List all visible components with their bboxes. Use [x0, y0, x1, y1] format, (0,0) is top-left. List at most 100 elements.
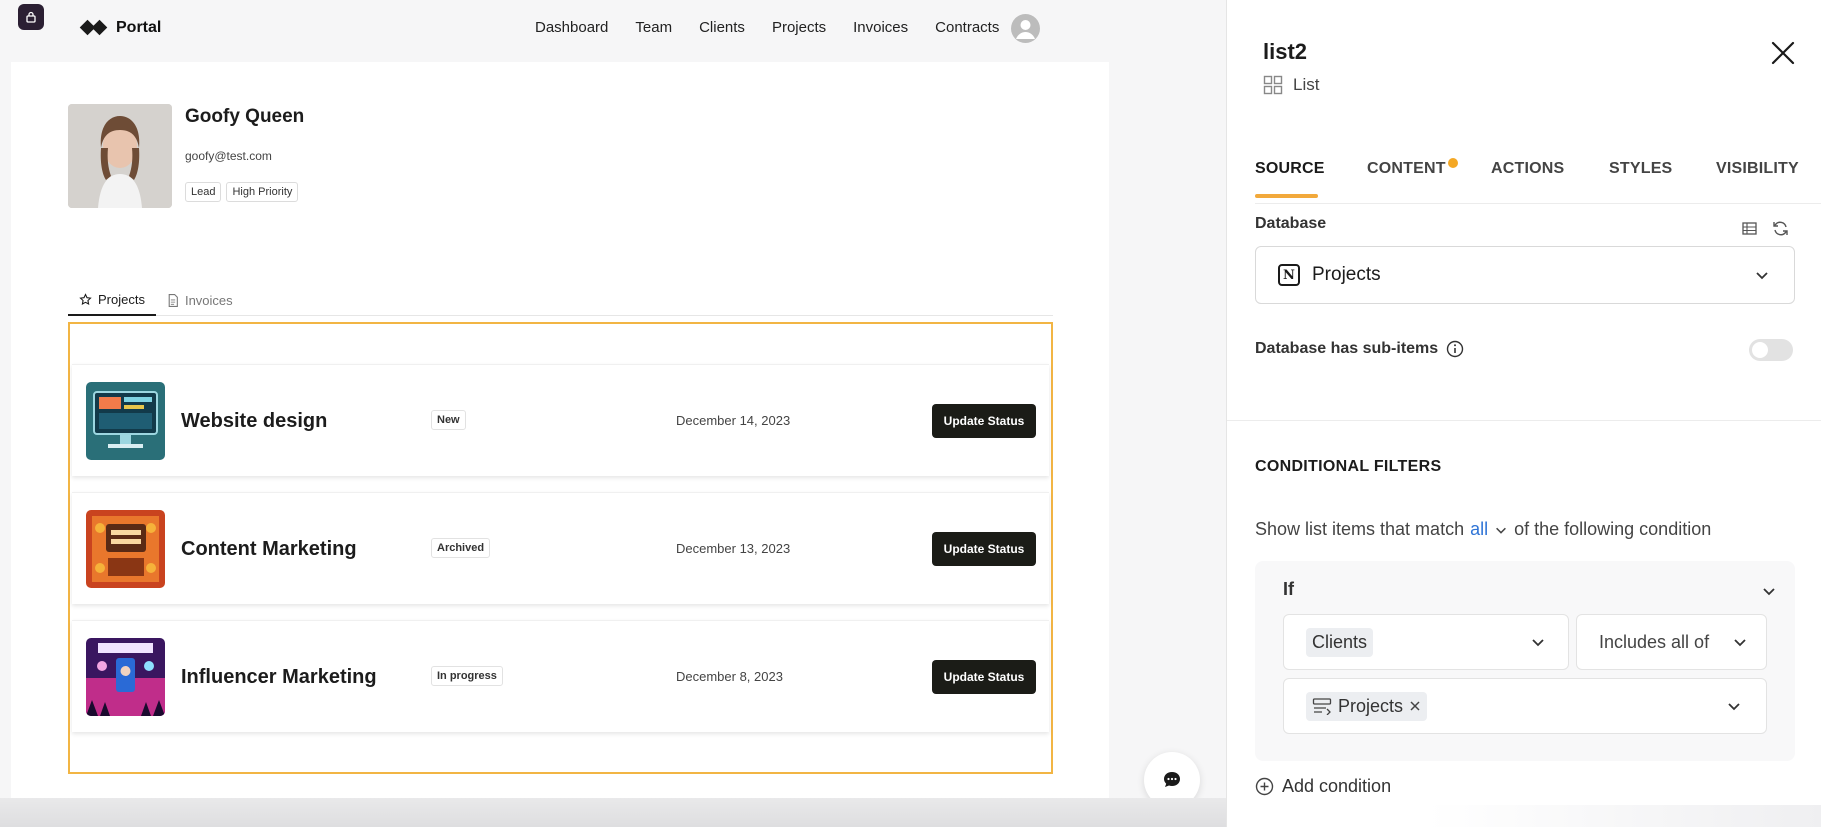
status-badge: Archived	[431, 538, 491, 558]
chevron-down-icon	[1756, 272, 1768, 280]
project-thumbnail	[86, 382, 165, 460]
tab-content-label: CONTENT	[1367, 160, 1446, 177]
project-date: December 8, 2023	[676, 669, 783, 684]
bottom-bar	[0, 798, 1226, 827]
database-label: Database	[1255, 215, 1327, 232]
value-chip: Projects	[1306, 691, 1428, 721]
project-list[interactable]: Website design New December 14, 2023 Upd…	[68, 322, 1053, 774]
database-icon	[1312, 698, 1332, 715]
info-icon[interactable]	[1446, 340, 1464, 358]
list-item[interactable]: Influencer Marketing In progress Decembe…	[72, 620, 1049, 732]
panel-footer-fade	[1427, 805, 1821, 827]
panel-tabs: SOURCE CONTENT ACTIONS STYLES VISIBILITY	[1255, 150, 1821, 204]
chevron-down-icon[interactable]	[1761, 583, 1777, 599]
tab-invoices[interactable]: Invoices	[156, 284, 244, 316]
chevron-down-icon	[1734, 639, 1746, 647]
refresh-icon[interactable]	[1772, 220, 1789, 237]
match-suffix: of the following condition	[1514, 519, 1712, 539]
profile-name: Goofy Queen	[185, 106, 305, 127]
subitems-toggle[interactable]	[1749, 339, 1793, 361]
database-value: Projects	[1312, 264, 1381, 285]
condition-value-select[interactable]: Projects	[1283, 678, 1767, 734]
chevron-down-icon[interactable]	[1494, 523, 1508, 537]
project-title: Influencer Marketing	[181, 666, 377, 688]
tab-source[interactable]: SOURCE	[1255, 160, 1325, 178]
nav-link-projects[interactable]: Projects	[772, 19, 826, 36]
condition-operator-select[interactable]: Includes all of	[1576, 614, 1767, 670]
nav-link-dashboard[interactable]: Dashboard	[535, 19, 608, 36]
nav-link-contracts[interactable]: Contracts	[935, 19, 999, 36]
remove-icon[interactable]	[1409, 700, 1421, 712]
condition-field-select[interactable]: Clients	[1283, 614, 1569, 670]
value-chip-label: Projects	[1338, 695, 1404, 716]
tag-lead: Lead	[185, 182, 222, 202]
portal-logo-icon	[79, 18, 108, 38]
list-item[interactable]: Content Marketing Archived December 13, …	[72, 492, 1049, 604]
status-badge: In progress	[431, 666, 503, 686]
plus-circle-icon	[1255, 777, 1274, 796]
subitems-row: Database has sub-items	[1255, 340, 1464, 358]
project-date: December 13, 2023	[676, 541, 791, 556]
nav-links: Dashboard Team Clients Projects Invoices…	[535, 19, 999, 36]
notion-icon: N	[1278, 264, 1300, 286]
list-item[interactable]: Website design New December 14, 2023 Upd…	[72, 364, 1049, 476]
update-status-button[interactable]: Update Status	[932, 532, 1036, 566]
database-select[interactable]: N Projects	[1255, 246, 1795, 304]
database-tools	[1741, 220, 1789, 237]
app-canvas: Portal Dashboard Team Clients Projects I…	[0, 0, 1226, 827]
field-chip: Clients	[1306, 627, 1374, 657]
component-title: list2	[1263, 39, 1308, 64]
tag-high-priority: High Priority	[226, 182, 299, 202]
chevron-down-icon	[1532, 639, 1544, 647]
tab-invoices-label: Invoices	[184, 292, 233, 308]
notification-dot	[1447, 158, 1458, 168]
table-icon[interactable]	[1741, 220, 1758, 237]
field-chip-label: Clients	[1312, 631, 1368, 652]
status-badge: New	[431, 410, 466, 430]
subitems-label: Database has sub-items	[1255, 340, 1439, 357]
profile-email: goofy@test.com	[185, 149, 272, 163]
condition-group: If Clients Includes all of Projects	[1255, 561, 1795, 761]
add-condition-button[interactable]: Add condition	[1255, 776, 1391, 797]
nav-link-team[interactable]: Team	[635, 19, 672, 36]
match-prefix: Show list items that match	[1255, 519, 1465, 539]
chevron-down-icon	[1728, 703, 1740, 711]
add-condition-label: Add condition	[1282, 776, 1392, 796]
document-icon	[168, 293, 178, 307]
profile-photo	[68, 104, 172, 208]
profile-tags: Lead High Priority	[185, 182, 299, 202]
if-label: If	[1283, 579, 1294, 599]
tab-content[interactable]: CONTENT	[1367, 158, 1458, 178]
tab-projects[interactable]: Projects	[68, 284, 156, 316]
content-tabs: Projects Invoices	[68, 284, 1053, 316]
match-rule: Show list items that match all of the fo…	[1255, 519, 1711, 540]
update-status-button[interactable]: Update Status	[932, 404, 1036, 438]
grid-icon	[1263, 75, 1283, 95]
brand-name: Portal	[116, 19, 162, 36]
tab-visibility[interactable]: VISIBILITY	[1716, 160, 1799, 178]
section-divider	[1227, 420, 1821, 421]
star-icon	[79, 292, 92, 305]
tab-styles[interactable]: STYLES	[1609, 160, 1672, 178]
brand[interactable]: Portal	[79, 18, 162, 38]
operator-value: Includes all of	[1599, 631, 1710, 652]
nav-link-clients[interactable]: Clients	[699, 19, 745, 36]
tab-actions[interactable]: ACTIONS	[1491, 160, 1564, 178]
properties-panel: list2 List SOURCE CONTENT ACTIONS STYLES…	[1226, 0, 1821, 827]
project-title: Website design	[181, 410, 328, 432]
component-type-label: List	[1293, 75, 1320, 94]
tab-projects-label: Projects	[98, 291, 145, 307]
update-status-button[interactable]: Update Status	[932, 660, 1036, 694]
project-thumbnail	[86, 638, 165, 716]
user-avatar-icon[interactable]	[1011, 14, 1040, 43]
client-page: Goofy Queen goofy@test.com Lead High Pri…	[11, 62, 1109, 798]
close-icon[interactable]	[1770, 40, 1796, 66]
match-mode-select[interactable]: all	[1470, 519, 1488, 540]
conditional-filters-title: CONDITIONAL FILTERS	[1255, 458, 1442, 475]
project-title: Content Marketing	[181, 538, 357, 560]
top-navigation: Portal Dashboard Team Clients Projects I…	[0, 0, 1108, 60]
project-thumbnail	[86, 510, 165, 588]
active-tab-indicator	[1255, 194, 1318, 198]
nav-link-invoices[interactable]: Invoices	[853, 19, 908, 36]
component-type: List	[1263, 75, 1319, 95]
